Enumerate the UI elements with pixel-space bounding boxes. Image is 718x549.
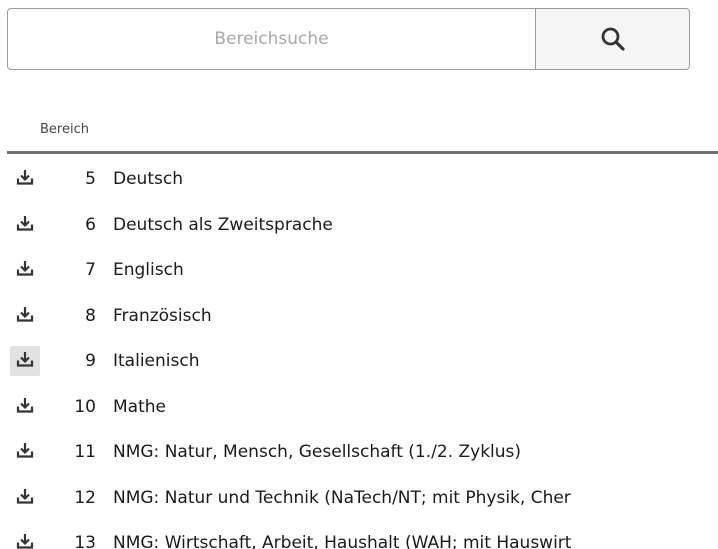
- list-item[interactable]: 12 NMG: Natur und Technik (NaTech/NT; mit…: [0, 475, 718, 521]
- download-button[interactable]: [10, 210, 40, 240]
- download-icon: [16, 396, 34, 418]
- item-label[interactable]: NMG: Natur und Technik (NaTech/NT; mit P…: [113, 488, 571, 508]
- search-icon: [601, 27, 625, 51]
- item-number: 11: [74, 442, 96, 462]
- download-icon: [16, 532, 34, 549]
- list-item[interactable]: 6 Deutsch als Zweitsprache: [0, 202, 718, 248]
- item-label[interactable]: Englisch: [113, 260, 184, 280]
- item-number: 7: [85, 260, 96, 280]
- column-header-bereich[interactable]: Bereich: [40, 122, 89, 137]
- download-icon: [16, 259, 34, 281]
- item-label[interactable]: Mathe: [113, 397, 166, 417]
- bereich-list: 5 Deutsch 6 Deutsch als Zweitsprache 7 Englis…: [0, 156, 718, 549]
- item-number: 9: [85, 351, 96, 371]
- download-icon: [16, 487, 34, 509]
- download-icon: [16, 350, 34, 372]
- item-label[interactable]: Italienisch: [113, 351, 199, 371]
- download-button[interactable]: [10, 164, 40, 194]
- list-item[interactable]: 10 Mathe: [0, 384, 718, 430]
- list-item[interactable]: 8 Französisch: [0, 293, 718, 339]
- item-number: 5: [85, 169, 96, 189]
- list-item[interactable]: 11 NMG: Natur, Mensch, Gesellschaft (1./2…: [0, 429, 718, 475]
- download-button[interactable]: [10, 437, 40, 467]
- item-label[interactable]: Deutsch als Zweitsprache: [113, 215, 333, 235]
- search-bar: [7, 8, 690, 70]
- download-icon: [16, 441, 34, 463]
- download-icon: [16, 305, 34, 327]
- download-button[interactable]: [10, 255, 40, 285]
- item-label[interactable]: NMG: Wirtschaft, Arbeit, Haushalt (WAH; …: [113, 533, 571, 549]
- download-button[interactable]: [10, 528, 40, 549]
- list-item[interactable]: 9 Italienisch: [0, 338, 718, 384]
- item-label[interactable]: Deutsch: [113, 169, 183, 189]
- item-label[interactable]: NMG: Natur, Mensch, Gesellschaft (1./2. …: [113, 442, 521, 462]
- item-number: 10: [74, 396, 96, 417]
- download-button[interactable]: [10, 483, 40, 513]
- download-button[interactable]: [10, 392, 40, 422]
- item-number: 13: [74, 533, 96, 549]
- download-icon: [16, 214, 34, 236]
- header-divider: [7, 151, 718, 154]
- item-number: 12: [74, 487, 96, 508]
- download-icon: [16, 168, 34, 190]
- download-button[interactable]: [10, 346, 40, 376]
- list-item[interactable]: 5 Deutsch: [0, 156, 718, 202]
- list-item[interactable]: 13 NMG: Wirtschaft, Arbeit, Haushalt (WAH…: [0, 520, 718, 549]
- download-button[interactable]: [10, 301, 40, 331]
- item-label[interactable]: Französisch: [113, 306, 212, 326]
- item-number: 8: [85, 305, 96, 326]
- search-button[interactable]: [535, 8, 690, 70]
- search-input[interactable]: [7, 8, 535, 70]
- item-number: 6: [85, 214, 96, 235]
- list-item[interactable]: 7 Englisch: [0, 247, 718, 293]
